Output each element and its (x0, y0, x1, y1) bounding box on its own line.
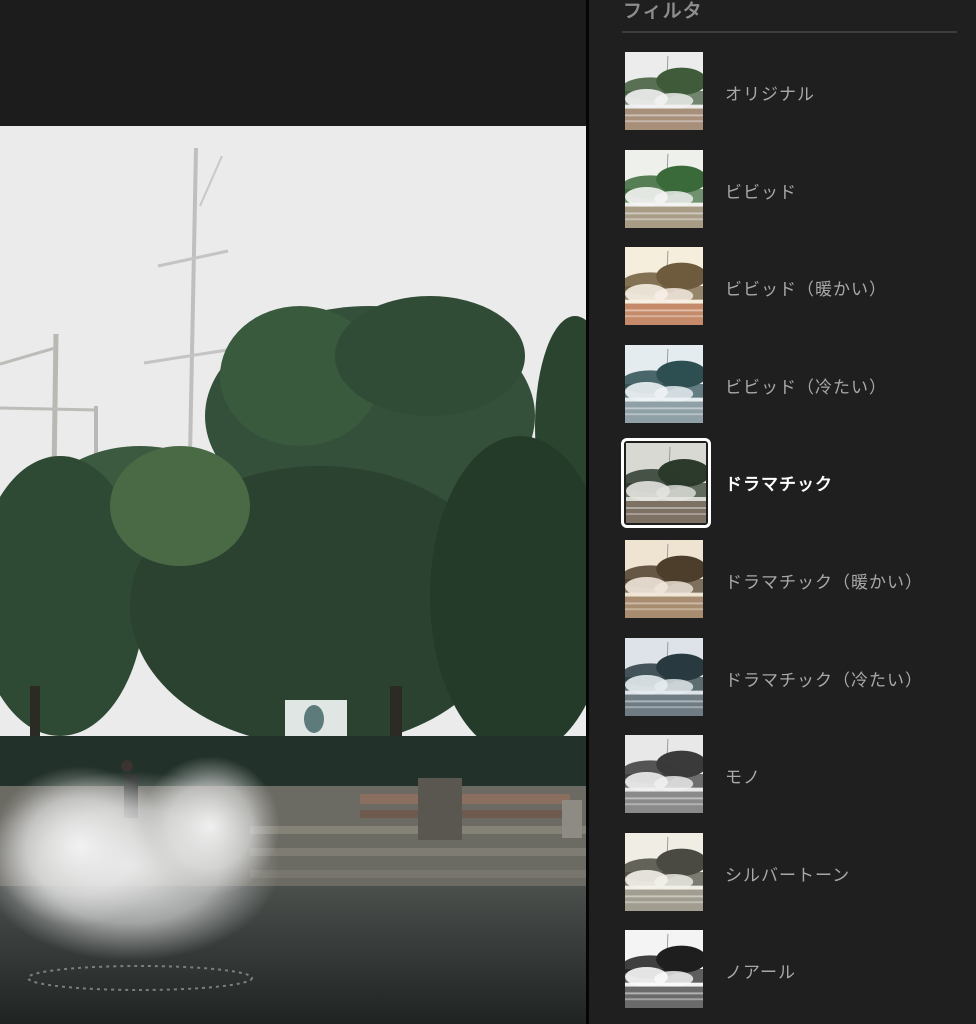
filter-label: ドラマチック（暖かい） (725, 572, 923, 593)
filter-thumbnail (625, 637, 703, 716)
panel-title-rule (622, 31, 957, 33)
filter-item[interactable]: オリジナル (589, 52, 976, 150)
park-fountain-photo (0, 126, 586, 1024)
filter-thumbnail-frame[interactable] (625, 637, 705, 718)
filter-thumbnail-frame[interactable] (621, 438, 711, 529)
filter-thumbnail (625, 930, 703, 1009)
filter-list: オリジナルビビッドビビッド（暖かい） ビビッド（冷たい） ドラマチックドラマチック（… (589, 52, 976, 1024)
filter-thumbnail-frame[interactable] (625, 344, 705, 425)
filter-item[interactable]: シルバートーン (589, 832, 976, 931)
filter-label: ビビッド (725, 182, 797, 203)
filter-item[interactable]: ビビッド (589, 149, 976, 248)
filter-label: シルバートーン (725, 865, 851, 886)
filter-thumbnail-frame[interactable] (625, 149, 705, 230)
filter-item[interactable]: モノ (589, 735, 976, 833)
filter-thumbnail-frame[interactable] (625, 735, 705, 815)
filter-thumbnail-frame[interactable] (625, 930, 705, 1010)
filter-thumbnail (626, 443, 706, 524)
filter-panel: フィルタ オリジナルビビッドビビッド（暖かい） ビビッド（冷たい） ドラマチックドラ… (589, 0, 976, 1024)
filter-thumbnail-frame[interactable] (625, 52, 705, 132)
filter-thumbnail (625, 735, 703, 814)
filter-thumbnail (625, 149, 703, 228)
filter-thumbnail (625, 344, 703, 423)
filter-thumbnail-frame[interactable] (625, 832, 705, 913)
filter-item[interactable]: ノアール (589, 930, 976, 1024)
filter-thumbnail (625, 832, 703, 911)
filter-label: ドラマチック（冷たい） (725, 670, 923, 691)
filter-label: ビビッド（冷たい） (725, 377, 887, 398)
photo-preview[interactable] (0, 126, 586, 1024)
filter-label: ドラマチック (725, 475, 833, 496)
filter-label: モノ (725, 768, 761, 789)
filter-thumbnail (625, 52, 703, 130)
filter-item[interactable]: ビビッド（冷たい） (589, 344, 976, 443)
filter-item[interactable]: ドラマチック（暖かい） (589, 539, 976, 638)
filter-item[interactable]: ドラマチック（冷たい） (589, 637, 976, 736)
filter-thumbnail-frame[interactable] (625, 539, 705, 620)
filter-item[interactable]: ビビッド（暖かい） (589, 247, 976, 345)
filter-thumbnail (625, 539, 703, 618)
filter-thumbnail-frame[interactable] (625, 247, 705, 327)
panel-title: フィルタ (623, 0, 703, 22)
filter-label: ノアール (725, 963, 796, 984)
filter-label: オリジナル (725, 85, 815, 105)
filter-item[interactable]: ドラマチック (589, 438, 976, 540)
image-canvas (0, 0, 586, 1024)
photo-editor: フィルタ オリジナルビビッドビビッド（暖かい） ビビッド（冷たい） ドラマチックドラ… (0, 0, 976, 1024)
filter-thumbnail (625, 247, 703, 326)
filter-label: ビビッド（暖かい） (725, 280, 887, 301)
